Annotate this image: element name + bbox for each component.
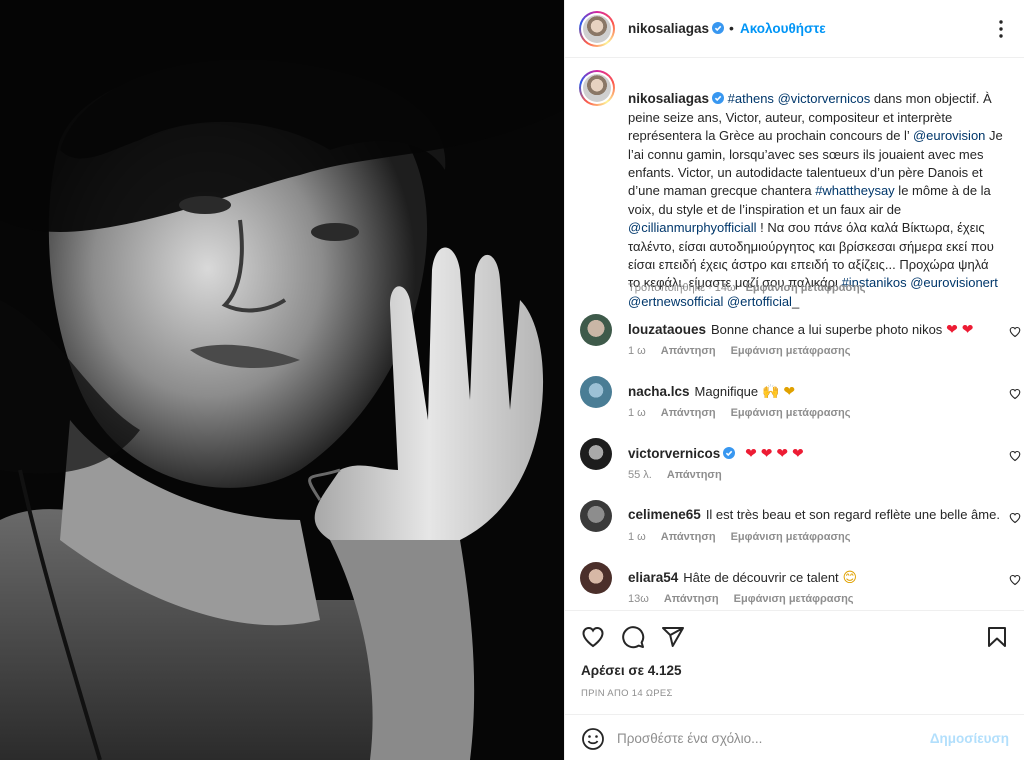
add-comment-bar: Δημοσίευση [565,714,1024,760]
comment-age[interactable]: 1 ω [628,531,646,543]
instagram-post: nikosaliagas • Ακολουθήστε nikosaliagas #a… [0,0,1024,760]
post-photo[interactable] [0,0,564,760]
commenter-username[interactable]: eliara54 [628,570,678,585]
verified-badge-icon [712,22,725,34]
comment-emoji: ❤ ❤ [942,321,974,337]
meta-separator: · [708,282,712,294]
heart-icon[interactable] [581,625,605,649]
comment-line: victorvernicos ❤ ❤ ❤ ❤ [628,445,998,462]
comment-like-icon[interactable] [1009,450,1021,462]
post-header: nikosaliagas • Ακολουθήστε [565,0,1024,58]
more-options-icon[interactable] [991,19,1011,39]
comment-emoji: 🙌 ❤ [758,383,796,399]
comment-age[interactable]: 13ω [628,593,649,605]
post-comment-button[interactable]: Δημοσίευση [930,731,1009,746]
comment-meta: 13ω Απάντηση Εμφάνιση μετάφρασης [628,593,869,605]
comment-meta: 1 ω Απάντηση Εμφάνιση μετάφρασης [628,531,865,543]
comment-line: celimene65 Il est très beau et son regard… [628,507,1000,522]
comment-like-icon[interactable] [1009,512,1021,524]
reply-button[interactable]: Απάντηση [661,531,716,543]
hashtag-link[interactable]: #whattheysay [815,183,895,198]
caption-avatar[interactable] [579,70,615,106]
comment-emoji: 😊 [838,569,858,585]
comment-meta: 1 ω Απάντηση Εμφάνιση μετάφρασης [628,345,865,357]
translate-comment-button[interactable]: Εμφάνιση μετάφρασης [731,345,851,357]
comment-item: nacha.lcs Magnifique 🙌 ❤ 1 ω Απάντηση Εμφάνι… [565,376,1024,438]
caption-username[interactable]: nikosaliagas [628,91,709,106]
mention-link[interactable]: @eurovision [913,128,985,143]
likes-count[interactable]: Αρέσει σε 4.125 [581,663,682,678]
bookmark-icon[interactable] [985,625,1009,649]
caption-text: nikosaliagas #athens @victorvernicos dan… [628,72,1004,311]
portrait-photo [0,0,564,760]
mention-link[interactable]: @victorvernicos [778,91,871,106]
comment-age[interactable]: 1 ω [628,407,646,419]
commenter-username[interactable]: victorvernicos [628,446,720,461]
translate-comment-button[interactable]: Εμφάνιση μετάφρασης [731,531,851,543]
comment-emoji: ❤ ❤ ❤ ❤ [741,445,804,461]
comment-like-icon[interactable] [1009,574,1021,586]
verified-badge-icon [712,92,725,105]
comment-item: celimene65 Il est très beau et son regard… [565,500,1024,562]
reply-button[interactable]: Απάντηση [661,407,716,419]
comment-text: Bonne chance a lui superbe photo nikos [711,322,943,337]
edited-label: Τροποποιήθηκε [628,282,706,294]
post-side-panel: nikosaliagas • Ακολουθήστε nikosaliagas #a… [564,0,1024,760]
follow-button[interactable]: Ακολουθήστε [740,21,826,36]
comment-item: victorvernicos ❤ ❤ ❤ ❤ 55 λ. Απάντηση [565,438,1024,500]
translate-caption-button[interactable]: Εμφάνιση μετάφρασης [746,282,866,294]
post-time-ago[interactable]: ΠΡΙΝ ΑΠΟ 14 ΩΡΕΣ [581,688,673,699]
comment-line: nacha.lcs Magnifique 🙌 ❤ [628,383,998,400]
comment-meta: 55 λ. Απάντηση [628,469,737,481]
caption-age: 14ω [714,282,736,294]
commenter-avatar[interactable] [580,314,612,346]
mention-link[interactable]: @eurovisionert [910,275,998,290]
comment-text: Hâte de découvrir ce talent [683,570,839,585]
comment-text: Magnifique [694,384,759,399]
comment-line: louzataoues Bonne chance a lui superbe ph… [628,321,998,338]
commenter-avatar[interactable] [580,562,612,594]
comment-input[interactable] [617,727,927,749]
caption-text-segment: _ [791,293,800,309]
reply-button[interactable]: Απάντηση [661,345,716,357]
comment-meta: 1 ω Απάντηση Εμφάνιση μετάφρασης [628,407,865,419]
commenter-avatar[interactable] [580,376,612,408]
commenter-username[interactable]: louzataoues [628,322,706,337]
comment-text: Il est très beau et son regard reflète u… [705,507,1000,522]
caption-meta: Τροποποιήθηκε · 14ω Εμφάνιση μετάφρασης [628,282,865,294]
comment-age[interactable]: 55 λ. [628,469,652,481]
reply-button[interactable]: Απάντηση [664,593,719,605]
header-identity: nikosaliagas • Ακολουθήστε [628,20,826,36]
hashtag-link[interactable]: #athens [728,91,774,106]
mention-link[interactable]: @ertnewsofficial [628,294,723,309]
commenter-username[interactable]: nacha.lcs [628,384,690,399]
commenter-username[interactable]: celimene65 [628,507,701,522]
mention-link[interactable]: @cillianmurphyofficiall [628,220,757,235]
post-caption: nikosaliagas #athens @victorvernicos dan… [565,60,1024,311]
comment-item: louzataoues Bonne chance a lui superbe ph… [565,314,1024,376]
emoji-icon[interactable] [581,727,605,751]
verified-badge-icon [723,447,736,459]
share-icon[interactable] [661,625,685,649]
comment-like-icon[interactable] [1009,326,1021,338]
header-separator: • [729,20,734,36]
comment-like-icon[interactable] [1009,388,1021,400]
commenter-avatar[interactable] [580,500,612,532]
caption-body: #athens @victorvernicos dans mon objecti… [628,91,1003,308]
translate-comment-button[interactable]: Εμφάνιση μετάφρασης [731,407,851,419]
commenter-avatar[interactable] [580,438,612,470]
comment-age[interactable]: 1 ω [628,345,646,357]
author-avatar[interactable] [579,11,615,47]
comment-line: eliara54 Hâte de découvrir ce talent 😊 [628,569,998,586]
reply-button[interactable]: Απάντηση [667,469,722,481]
author-username[interactable]: nikosaliagas [628,21,709,36]
mention-link[interactable]: @ertofficial [727,294,792,309]
translate-comment-button[interactable]: Εμφάνιση μετάφρασης [734,593,854,605]
comment-icon[interactable] [621,625,645,649]
